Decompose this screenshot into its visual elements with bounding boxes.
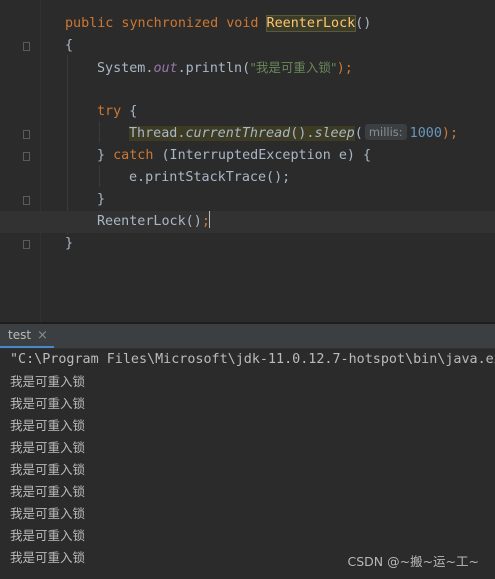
close-brace-outer-line[interactable]: } — [0, 233, 495, 255]
println-end: ); — [336, 61, 353, 76]
method-declaration-line[interactable]: public synchronized void ReenterLock() — [0, 13, 495, 35]
try-line[interactable]: try { — [0, 101, 495, 123]
code-editor[interactable]: public synchronized void ReenterLock() {… — [0, 0, 495, 322]
recursive-call: ReenterLock() — [97, 214, 202, 229]
try-keyword: try — [97, 104, 122, 119]
println-call: .println( — [177, 61, 251, 76]
catch-line[interactable]: } catch (InterruptedException e) { — [0, 145, 495, 167]
println-line[interactable]: System.out.println("我是可重入锁"); — [0, 57, 495, 79]
console-command-line: "C:\Program Files\Microsoft\jdk-11.0.12.… — [10, 352, 495, 367]
console-line: 我是可重入锁 — [10, 528, 86, 543]
console-line: 我是可重入锁 — [10, 462, 86, 477]
parameter-hint: millis: — [364, 124, 407, 140]
close-brace-outer: } — [65, 236, 74, 251]
println-string: "我是可重入锁" — [250, 60, 337, 75]
tab-label: test — [8, 328, 32, 342]
catch-close: } — [97, 148, 114, 163]
open-brace: { — [65, 38, 74, 53]
console-output[interactable]: "C:\Program Files\Microsoft\jdk-11.0.12.… — [0, 349, 495, 579]
recursive-call-line[interactable]: ReenterLock(); — [0, 211, 495, 233]
sleep-method: sleep — [314, 126, 355, 141]
console-line: 我是可重入锁 — [10, 484, 86, 499]
sleep-end: ); — [441, 126, 459, 141]
print-stack-trace-line[interactable]: e.printStackTrace(); — [0, 167, 495, 189]
method-modifiers: public synchronized void — [65, 16, 259, 31]
try-brace: { — [121, 104, 138, 119]
run-tool-window-header: test × — [0, 324, 495, 349]
open-brace-line[interactable]: { — [0, 35, 495, 57]
println-receiver: System. — [97, 61, 154, 76]
catch-params: (InterruptedException e) { — [153, 148, 372, 163]
console-line: 我是可重入锁 — [10, 550, 86, 565]
close-brace-inner: } — [97, 192, 106, 207]
watermark: CSDN @~搬~运~工~ — [347, 554, 479, 569]
close-brace-inner-line[interactable]: } — [0, 189, 495, 211]
console-line: 我是可重入锁 — [10, 396, 86, 411]
sleep-argument: 1000 — [409, 126, 442, 141]
console-line: 我是可重入锁 — [10, 440, 86, 455]
console-line: 我是可重入锁 — [10, 418, 86, 433]
catch-keyword: catch — [113, 148, 154, 163]
tab-test[interactable]: test × — [0, 324, 54, 348]
text-cursor — [208, 211, 210, 228]
method-name[interactable]: ReenterLock — [265, 15, 357, 32]
sleep-open: ( — [354, 126, 363, 141]
print-stack-trace: e.printStackTrace(); — [129, 170, 291, 185]
close-icon[interactable]: × — [37, 329, 48, 342]
method-parens: () — [355, 16, 372, 31]
sleep-thread: Thread. — [129, 126, 186, 141]
console-line: 我是可重入锁 — [10, 374, 86, 389]
println-field: out — [153, 61, 178, 76]
console-line: 我是可重入锁 — [10, 506, 86, 521]
sleep-current-thread: currentThread — [185, 126, 291, 141]
sleep-mid: (). — [290, 126, 315, 141]
sleep-line[interactable]: Thread.currentThread().sleep(millis: 1000… — [0, 123, 495, 145]
